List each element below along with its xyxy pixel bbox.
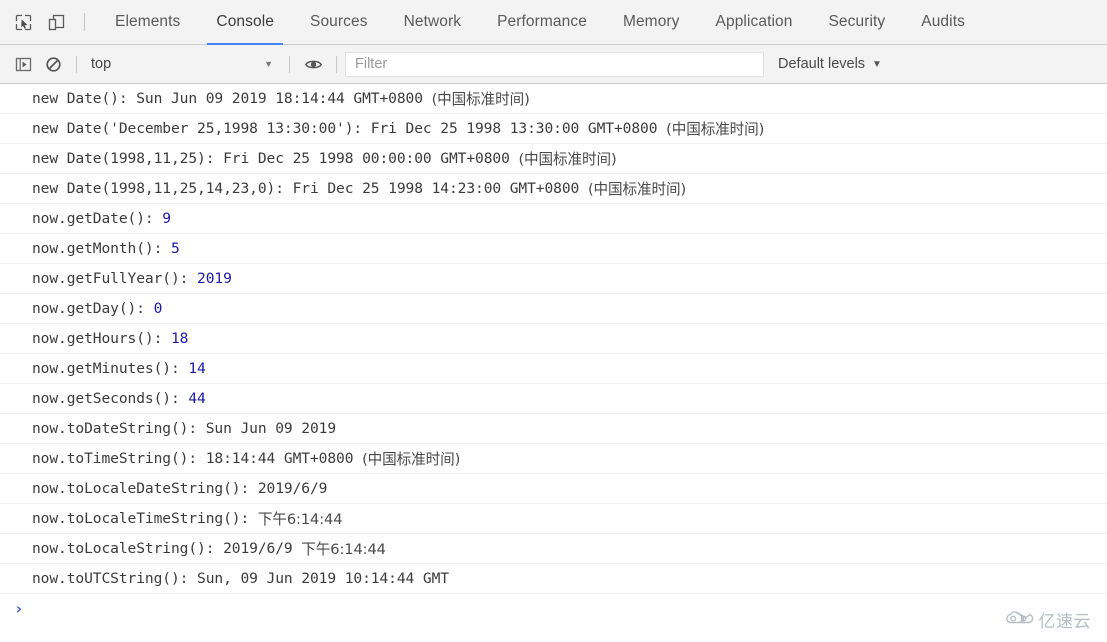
message-value: Sun, 09 Jun 2019 10:14:44 GMT xyxy=(197,570,449,587)
console-message[interactable]: now.toLocaleDateString(): 2019/6/9 xyxy=(0,474,1107,504)
message-number: 5 xyxy=(170,240,180,257)
console-message[interactable]: now.toLocaleTimeString(): 下午6:14:44 xyxy=(0,504,1107,534)
tab-label: Network xyxy=(403,13,462,30)
tab-label: Application xyxy=(715,13,793,30)
message-label: new Date('December 25,1998 13:30:00'): xyxy=(32,120,371,137)
message-number: 9 xyxy=(162,210,171,227)
execution-context-value: top xyxy=(91,56,112,72)
toolbar-divider-3 xyxy=(336,55,337,73)
message-value: 2019/6/9 xyxy=(257,480,328,497)
message-label: new Date(): xyxy=(32,90,137,107)
execution-context-select[interactable]: top ▼ xyxy=(85,52,281,77)
console-message[interactable]: now.getMinutes(): 14 xyxy=(0,354,1107,384)
message-value: 2019/6/9 xyxy=(223,540,302,557)
tab-network[interactable]: Network xyxy=(386,0,480,45)
message-cjk: (中国标准时间) xyxy=(587,181,687,198)
tab-elements[interactable]: Elements xyxy=(97,0,198,45)
message-cjk: 下午6:14:44 xyxy=(301,541,386,558)
message-cjk: (中国标准时间) xyxy=(666,121,765,138)
console-message[interactable]: new Date(1998,11,25): Fri Dec 25 1998 00… xyxy=(0,144,1107,174)
tab-security[interactable]: Security xyxy=(810,0,903,45)
console-message[interactable]: now.toDateString(): Sun Jun 09 2019 xyxy=(0,414,1107,444)
message-label: now.getMinutes(): xyxy=(32,360,189,377)
tab-label: Security xyxy=(828,13,886,30)
message-label: now.toLocaleDateString(): xyxy=(32,480,258,497)
console-message[interactable]: now.toTimeString(): 18:14:44 GMT+0800 (中… xyxy=(0,444,1107,474)
console-message[interactable]: new Date(): Sun Jun 09 2019 18:14:44 GMT… xyxy=(0,84,1107,114)
tab-audits[interactable]: Audits xyxy=(903,0,983,45)
chevron-down-icon: ▼ xyxy=(264,58,273,69)
device-toolbar-icon[interactable] xyxy=(41,8,71,36)
message-cjk: (中国标准时间) xyxy=(431,91,530,108)
message-number: 2019 xyxy=(197,270,232,287)
panel-tabs: Elements Console Sources Network Perform… xyxy=(97,0,983,45)
message-value: Sun Jun 09 2019 xyxy=(205,420,337,437)
message-label: now.getMonth(): xyxy=(32,240,171,257)
console-message[interactable]: new Date(1998,11,25,14,23,0): Fri Dec 25… xyxy=(0,174,1107,204)
message-number: 0 xyxy=(153,300,163,317)
message-label: now.toLocaleString(): xyxy=(32,540,224,557)
devtools-window: Elements Console Sources Network Perform… xyxy=(0,0,1107,642)
console-message[interactable]: now.getMonth(): 5 xyxy=(0,234,1107,264)
tab-label: Memory xyxy=(622,13,680,30)
tab-memory[interactable]: Memory xyxy=(605,0,698,45)
tab-console[interactable]: Console xyxy=(198,0,292,45)
toolbar-divider-2 xyxy=(289,55,290,73)
console-message[interactable]: now.getFullYear(): 2019 xyxy=(0,264,1107,294)
inspect-cursor-icon[interactable] xyxy=(8,8,38,36)
message-label: now.getDay(): xyxy=(32,300,154,317)
message-value: Fri Dec 25 1998 13:30:00 GMT+0800 xyxy=(370,120,667,137)
console-message[interactable]: now.toLocaleString(): 2019/6/9 下午6:14:44 xyxy=(0,534,1107,564)
message-label: now.toLocaleTimeString(): xyxy=(32,510,258,527)
console-message[interactable]: new Date('December 25,1998 13:30:00'): F… xyxy=(0,114,1107,144)
console-toolbar: top ▼ Filter Default levels ▼ xyxy=(0,45,1107,84)
message-cjk: (中国标准时间) xyxy=(362,451,461,468)
message-value: Fri Dec 25 1998 00:00:00 GMT+0800 xyxy=(223,150,519,167)
message-cjk: 下午6:14:44 xyxy=(257,511,343,528)
console-prompt[interactable]: › xyxy=(0,594,1107,624)
message-label: now.toTimeString(): xyxy=(32,450,206,467)
log-levels-select[interactable]: Default levels ▼ xyxy=(778,56,882,72)
message-label: now.toDateString(): xyxy=(32,420,206,437)
message-number: 18 xyxy=(170,330,189,347)
console-message[interactable]: now.toUTCString(): Sun, 09 Jun 2019 10:1… xyxy=(0,564,1107,594)
console-message-list[interactable]: new Date(): Sun Jun 09 2019 18:14:44 GMT… xyxy=(0,84,1107,642)
console-message[interactable]: now.getHours(): 18 xyxy=(0,324,1107,354)
message-label: new Date(1998,11,25,14,23,0): xyxy=(32,180,293,197)
tab-application[interactable]: Application xyxy=(698,0,811,45)
message-cjk: (中国标准时间) xyxy=(518,151,617,168)
message-number: 14 xyxy=(188,360,206,377)
devtools-tabbar: Elements Console Sources Network Perform… xyxy=(0,0,1107,45)
live-expression-eye-icon[interactable] xyxy=(298,51,328,77)
console-message[interactable]: now.getSeconds(): 44 xyxy=(0,384,1107,414)
console-message[interactable]: now.getDate(): 9 xyxy=(0,204,1107,234)
message-label: now.getHours(): xyxy=(32,330,171,347)
tab-label: Audits xyxy=(921,13,965,30)
message-value: Sun Jun 09 2019 18:14:44 GMT+0800 xyxy=(136,90,432,107)
tab-label: Console xyxy=(216,13,274,30)
filter-placeholder: Filter xyxy=(355,56,388,72)
tab-performance[interactable]: Performance xyxy=(479,0,605,45)
filter-input[interactable]: Filter xyxy=(345,51,764,77)
tabbar-divider xyxy=(84,13,85,31)
message-label: now.getFullYear(): xyxy=(32,270,198,287)
tab-sources[interactable]: Sources xyxy=(292,0,386,45)
message-value: 18:14:44 GMT+0800 xyxy=(205,450,363,467)
tab-label: Sources xyxy=(310,13,368,30)
clear-console-icon[interactable] xyxy=(38,51,68,77)
console-sidebar-icon[interactable] xyxy=(8,51,38,77)
chevron-down-icon: ▼ xyxy=(872,58,882,70)
message-label: new Date(1998,11,25): xyxy=(32,150,224,167)
message-number: 44 xyxy=(188,390,206,407)
prompt-chevron-icon: › xyxy=(14,599,24,618)
tab-label: Elements xyxy=(115,13,181,30)
toolbar-divider-1 xyxy=(76,55,77,73)
message-label: now.getDate(): xyxy=(32,210,163,227)
log-levels-label: Default levels xyxy=(778,56,866,72)
message-value: Fri Dec 25 1998 14:23:00 GMT+0800 xyxy=(292,180,588,197)
message-label: now.getSeconds(): xyxy=(32,390,189,407)
message-label: now.toUTCString(): xyxy=(32,570,198,587)
tab-label: Performance xyxy=(497,13,587,30)
console-message[interactable]: now.getDay(): 0 xyxy=(0,294,1107,324)
